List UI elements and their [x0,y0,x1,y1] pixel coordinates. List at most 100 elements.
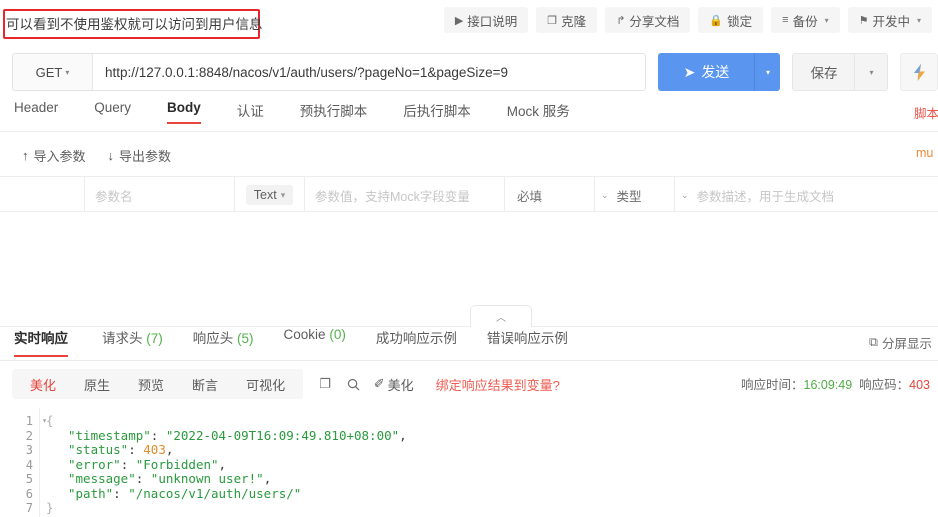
param-datatype-label: 类型 [616,189,642,204]
beautify-action-button[interactable]: ✐ 美化 [374,375,414,394]
response-time-label: 响应时间： [740,378,804,392]
response-tabs: 实时响应 请求头 (7) 响应头 (5) Cookie (0) 成功响应示例 错… [0,327,938,361]
json-key-timestamp: "timestamp" [68,427,151,443]
response-body-editor[interactable]: 1 ▾ 2 3 4 5 6 7 { "timestamp": "2022-04-0… [0,408,938,517]
json-close-brace: } [46,500,54,515]
wand-icon: ✐ [373,376,385,391]
param-checkbox-cell[interactable] [0,177,85,213]
json-key-status: "status" [68,442,129,457]
side-script-label[interactable]: 脚本 [914,103,938,122]
export-params-label: 导出参数 [119,148,172,164]
copy-icon[interactable]: ❐ [319,376,331,392]
response-headers-count: (5) [237,331,254,346]
json-value-message: "unknown user!" [150,471,264,486]
search-icon[interactable] [347,378,360,391]
search-icon-glyph [347,378,360,390]
param-type-select[interactable]: Text ▾ [245,185,294,205]
status-dev-button[interactable]: ⚑ 开发中 ▾ [847,7,932,33]
param-desc-cell[interactable]: ⌄ 参数描述，用于生成文档 [675,177,938,213]
tab-realtime-response[interactable]: 实时响应 [14,327,68,357]
json-key-error: "error" [68,456,121,472]
param-value-cell[interactable]: 参数值，支持Mock字段变量 [305,177,505,213]
lightning-icon-button[interactable] [900,53,938,91]
play-icon: ▶ [454,14,464,27]
tab-auth[interactable]: 认证 [237,100,264,128]
line-number-gutter: 1 ▾ 2 3 4 5 6 7 [0,408,47,517]
tab-mock-service[interactable]: Mock 服务 [507,100,570,128]
param-type-cell[interactable]: Text ▾ [235,177,305,213]
param-name-cell[interactable]: 参数名 [85,177,235,213]
line-number: 2 [25,428,33,443]
format-beautify[interactable]: 美化 [16,375,70,394]
tab-success-example[interactable]: 成功响应示例 [376,327,457,356]
response-meta: 响应时间：16:09:49 响应码：403 [741,374,930,393]
send-button[interactable]: ➤ 发送 [658,53,755,91]
save-button[interactable]: 保存 [792,53,855,91]
copy-icon: ❐ [547,14,558,27]
url-input[interactable] [93,54,646,90]
request-url-row: GET ▾ ➤ 发送 ▾ 保存 ▾ [0,46,938,98]
export-params-button[interactable]: ↓ 导出参数 [108,146,172,165]
tab-success-example-label: 成功响应示例 [375,331,457,346]
line-number-text: 1 [25,414,33,428]
tab-response-headers[interactable]: 响应头 (5) [193,327,254,356]
bind-variable-link[interactable]: 绑定响应结果到变量? [436,375,560,394]
param-desc-placeholder: 参数描述，用于生成文档 [696,189,835,204]
line-number: 4 [25,457,33,472]
response-code-label: 响应码： [859,378,910,392]
line-number: 3 [25,443,33,457]
annotation-text: 可以看到不使用鉴权就可以访问到用户信息 [6,17,263,33]
collapse-panel-button[interactable]: ︿ [470,305,532,327]
api-description-button[interactable]: ▶ 接口说明 [443,7,529,33]
request-tabs: Header Query Body 认证 预执行脚本 后执行脚本 Mock 服务 [0,100,938,132]
http-method-select[interactable]: GET ▾ [13,54,93,90]
tab-query[interactable]: Query [94,100,131,123]
backup-label: 备份 [792,14,818,29]
tab-request-headers[interactable]: 请求头 (7) [102,327,163,356]
tab-post-script[interactable]: 后执行脚本 [403,100,471,128]
format-preview[interactable]: 预览 [124,375,178,394]
lock-button[interactable]: 🔒 锁定 [698,7,764,33]
chevron-down-icon: ▾ [916,15,921,25]
split-display-label: 分屏显示 [881,337,932,351]
chevron-down-icon: ⌄ [681,189,689,200]
json-response-code[interactable]: { "timestamp": "2022-04-09T16:09:49.810+… [46,413,407,516]
param-name-placeholder: 参数名 [95,189,133,204]
save-options-button[interactable]: ▾ [854,53,889,91]
request-headers-count: (7) [146,331,163,346]
layers-icon: ≡ [782,14,789,26]
param-required-label: 必填 [517,189,543,204]
line-number: 1 ▾ [0,414,47,429]
clone-button[interactable]: ❐ 克隆 [536,7,598,33]
import-params-button[interactable]: ↑ 导入参数 [22,146,86,165]
tab-error-example[interactable]: 错误响应示例 [487,327,568,356]
tab-body[interactable]: Body [167,100,201,124]
share-doc-button[interactable]: ↱ 分享文档 [605,7,691,33]
format-assert[interactable]: 断言 [178,375,232,394]
http-method-label: GET [35,64,63,80]
api-client-window: ▶ 接口说明 ❐ 克隆 ↱ 分享文档 🔒 锁定 ≡ 备份 ▾ ⚑ 开发中 ▾ 可… [0,0,938,517]
tab-pre-script[interactable]: 预执行脚本 [300,100,368,128]
send-options-button[interactable]: ▾ [754,53,781,91]
beautify-action-label: 美化 [387,377,414,393]
share-doc-label: 分享文档 [629,14,680,29]
tab-cookie[interactable]: Cookie (0) [284,327,346,351]
tab-response-headers-label: 响应头 [192,331,234,346]
tab-cookie-label: Cookie [283,327,326,342]
format-visualize[interactable]: 可视化 [232,375,299,394]
json-open-brace: { [46,413,54,428]
backup-button[interactable]: ≡ 备份 ▾ [771,7,840,33]
json-value-timestamp: "2022-04-09T16:09:49.810+08:00" [165,427,400,443]
split-display-button[interactable]: ⧉ 分屏显示 [869,333,932,352]
send-label: 发送 [701,64,730,80]
format-raw[interactable]: 原生 [70,375,124,394]
json-value-error: "Forbidden" [135,456,219,472]
save-button-group: 保存 ▾ [792,53,889,91]
api-description-label: 接口说明 [467,14,518,29]
param-required-cell[interactable]: 必填 [505,177,595,213]
param-datatype-cell[interactable]: ⌄ 类型 [595,177,675,213]
param-value-placeholder: 参数值，支持Mock字段变量 [315,189,470,204]
tab-header[interactable]: Header [14,100,58,123]
lock-label: 锁定 [727,14,753,29]
line-number: 5 [25,472,33,486]
